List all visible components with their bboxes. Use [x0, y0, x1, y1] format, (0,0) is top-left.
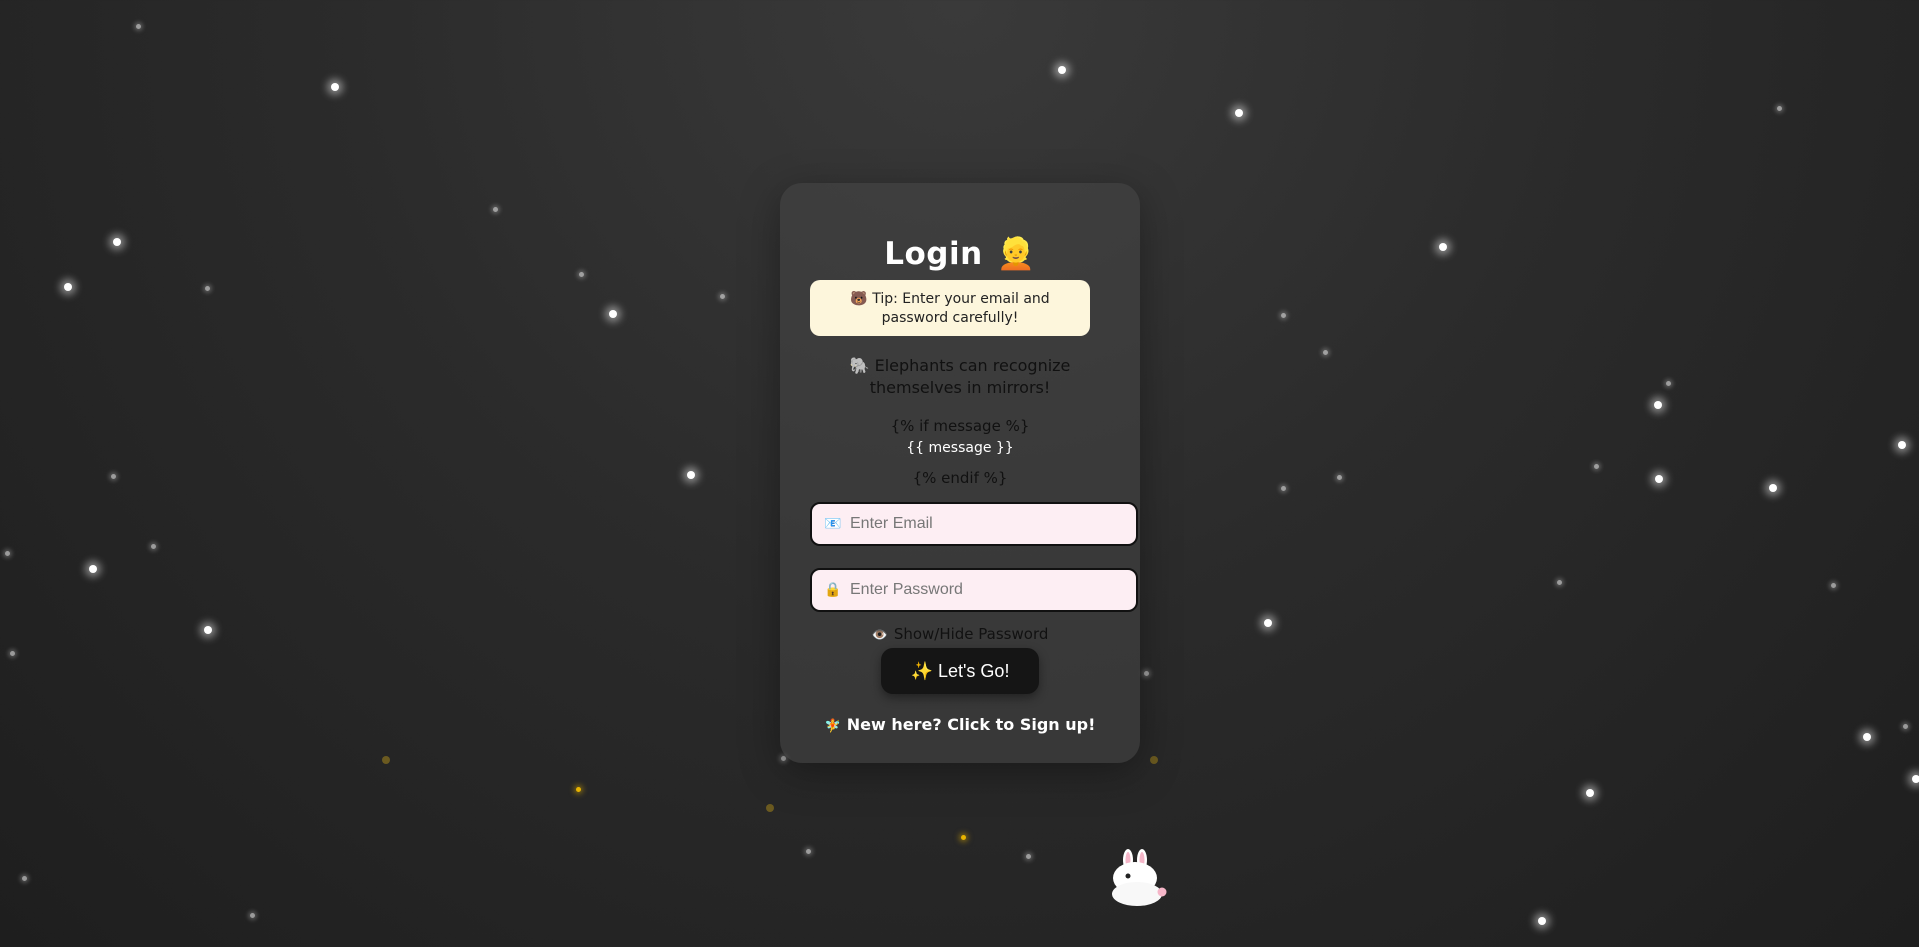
submit-button-label: Let's Go!: [937, 660, 1010, 681]
show-hide-password-toggle[interactable]: 👁️ Show/Hide Password: [780, 625, 1140, 643]
template-endif-text: {% endif %}: [912, 469, 1008, 487]
message-text: {{ message }}: [906, 440, 1014, 456]
star-icon: [1769, 484, 1777, 492]
signup-link-label: New here? Click to Sign up!: [846, 715, 1096, 734]
star-icon: [4, 550, 10, 556]
star-icon: [113, 238, 121, 246]
spark-icon: [1150, 756, 1158, 764]
email-field[interactable]: 📧: [810, 502, 1138, 546]
star-icon: [1538, 917, 1546, 925]
star-icon: [1912, 775, 1919, 783]
star-icon: [1863, 733, 1871, 741]
star-icon: [1586, 789, 1594, 797]
star-icon: [1654, 401, 1662, 409]
star-icon: [1322, 349, 1328, 355]
password-input[interactable]: [846, 581, 1120, 599]
star-icon: [805, 848, 811, 854]
person-emoji-icon: 👱: [996, 236, 1036, 272]
spark-icon: [960, 834, 966, 840]
star-icon: [1280, 312, 1286, 318]
star-icon: [1025, 853, 1031, 859]
star-icon: [1665, 380, 1671, 386]
star-icon: [9, 650, 15, 656]
fun-fact-text: Elephants can recognize themselves in mi…: [869, 356, 1071, 397]
star-icon: [204, 285, 210, 291]
password-field[interactable]: 🔒: [810, 568, 1138, 612]
star-icon: [1280, 485, 1286, 491]
spark-icon: [575, 786, 581, 792]
star-icon: [1143, 670, 1149, 676]
star-icon: [135, 23, 141, 29]
star-icon: [1898, 441, 1906, 449]
star-icon: [1439, 243, 1447, 251]
elephant-icon: 🐘: [849, 356, 870, 375]
star-icon: [687, 471, 695, 479]
bunny-mascot-icon: [1112, 849, 1167, 906]
star-icon: [780, 755, 786, 761]
lock-icon: 🔒: [824, 582, 842, 598]
star-icon: [249, 912, 255, 918]
star-icon: [21, 875, 27, 881]
star-icon: [110, 473, 116, 479]
template-if-text: {% if message %}: [890, 417, 1030, 435]
star-icon: [1264, 619, 1272, 627]
submit-button[interactable]: ✨ Let's Go!: [881, 648, 1039, 694]
spark-icon: [382, 756, 390, 764]
star-icon: [492, 206, 498, 212]
email-icon: 📧: [824, 516, 842, 532]
fun-fact: 🐘 Elephants can recognize themselves in …: [810, 355, 1110, 399]
star-icon: [1655, 475, 1663, 483]
email-input[interactable]: [846, 515, 1120, 533]
star-icon: [609, 310, 617, 318]
star-icon: [331, 83, 339, 91]
tip-text: Tip: Enter your email and password caref…: [872, 291, 1050, 326]
star-icon: [89, 565, 97, 573]
star-icon: [1556, 579, 1562, 585]
bear-icon: 🐻: [850, 291, 868, 307]
login-title: Login 👱: [780, 235, 1140, 272]
login-title-text: Login: [884, 236, 983, 272]
signup-link[interactable]: 🧚 New here? Click to Sign up!: [780, 715, 1140, 734]
star-icon: [1902, 723, 1908, 729]
star-icon: [1776, 105, 1782, 111]
star-icon: [64, 283, 72, 291]
fairy-icon: 🧚: [824, 719, 841, 734]
star-icon: [1058, 66, 1066, 74]
login-card: Login 👱 🐻 Tip: Enter your email and passw…: [780, 183, 1140, 763]
star-icon: [578, 271, 584, 277]
eye-icon: 👁️: [871, 628, 888, 643]
show-hide-password-label: Show/Hide Password: [893, 625, 1049, 643]
star-icon: [719, 293, 725, 299]
star-icon: [150, 543, 156, 549]
star-icon: [1830, 582, 1836, 588]
star-icon: [1593, 463, 1599, 469]
tip-box: 🐻 Tip: Enter your email and password car…: [810, 280, 1090, 336]
sparkles-icon: ✨: [910, 660, 933, 681]
star-icon: [1336, 474, 1342, 480]
star-icon: [1235, 109, 1243, 117]
star-icon: [204, 626, 212, 634]
spark-icon: [766, 804, 774, 812]
